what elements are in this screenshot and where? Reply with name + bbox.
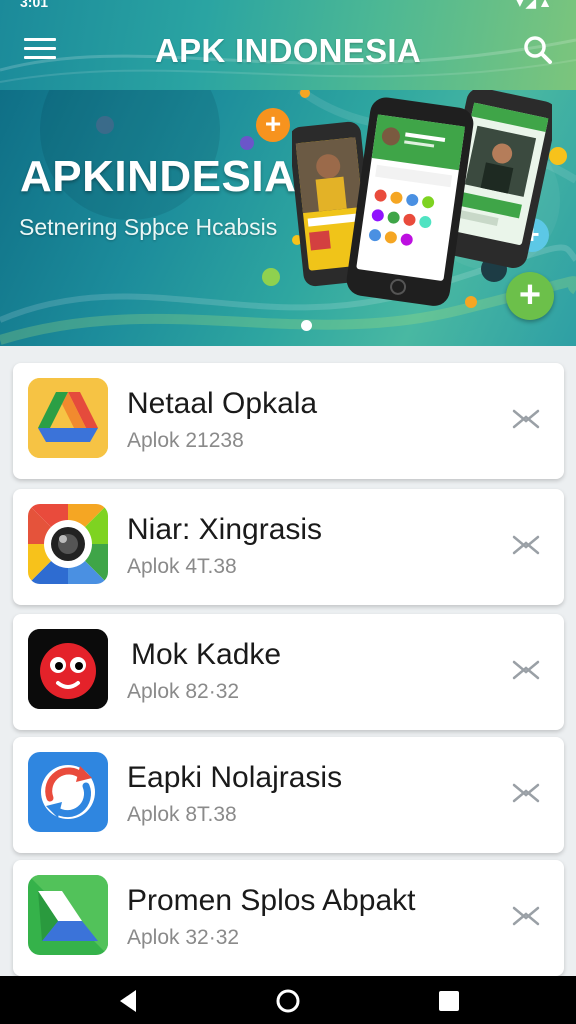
camera-gear-icon bbox=[28, 504, 108, 584]
chevron-logo-icon bbox=[28, 875, 108, 955]
app-bar: 3:01 ▾◢▲ APK INDONESIA bbox=[0, 0, 576, 90]
recents-icon bbox=[439, 991, 459, 1011]
list-item[interactable]: Netaal Opkala Aplok 21238 bbox=[13, 363, 564, 479]
refresh-arrow-icon bbox=[28, 752, 108, 832]
list-item[interactable]: Niar: Xingrasis Aplok 4T.38 bbox=[13, 489, 564, 605]
pin-button[interactable] bbox=[510, 654, 542, 686]
decor-dot bbox=[96, 116, 114, 134]
app-meta: Aplok 8T.38 bbox=[127, 803, 237, 826]
promo-banner[interactable]: + + + bbox=[0, 90, 576, 346]
recents-button[interactable] bbox=[434, 988, 462, 1014]
pin-button[interactable] bbox=[510, 900, 542, 932]
triangle-logo-icon bbox=[28, 378, 108, 458]
app-name: Promen Splos Abpakt bbox=[127, 884, 416, 917]
banner-title: APKINDESIA bbox=[20, 152, 297, 201]
back-icon bbox=[120, 990, 136, 1012]
pin-button[interactable] bbox=[510, 777, 542, 809]
app-name: Mok Kadke bbox=[131, 638, 282, 671]
home-icon bbox=[276, 989, 300, 1013]
pin-button[interactable] bbox=[510, 403, 542, 435]
app-list: Netaal Opkala Aplok 21238 Niar: Xingrasi… bbox=[0, 346, 576, 976]
pin-icon bbox=[512, 906, 540, 926]
plus-icon: + bbox=[256, 108, 290, 142]
search-button[interactable] bbox=[522, 34, 554, 66]
back-button[interactable] bbox=[114, 988, 142, 1014]
pin-icon bbox=[512, 535, 540, 555]
banner-subtitle: Setnering Spþce Hcabsis bbox=[19, 214, 278, 240]
app-name: Netaal Opkala bbox=[127, 387, 318, 420]
app-meta: Aplok 21238 bbox=[127, 429, 244, 452]
home-button[interactable] bbox=[274, 988, 302, 1014]
system-nav-bar bbox=[0, 976, 576, 1024]
status-icons: ▾◢▲ bbox=[516, 0, 554, 10]
app-title: APK INDONESIA bbox=[154, 32, 422, 69]
phones-illustration bbox=[292, 90, 552, 306]
carousel-indicator[interactable] bbox=[301, 320, 312, 331]
red-face-icon bbox=[28, 629, 108, 709]
pin-icon bbox=[512, 660, 540, 680]
app-meta: Aplok 4T.38 bbox=[127, 555, 237, 578]
app-meta: Aplok 82·32 bbox=[127, 680, 240, 703]
pin-icon bbox=[512, 783, 540, 803]
status-bar: 3:01 ▾◢▲ bbox=[0, 0, 576, 14]
list-item[interactable]: Promen Splos Abpakt Aplok 32·32 bbox=[13, 860, 564, 976]
pin-button[interactable] bbox=[510, 529, 542, 561]
list-item[interactable]: Eapki Nolajrasis Aplok 8T.38 bbox=[13, 737, 564, 853]
search-icon bbox=[524, 36, 552, 64]
decor-dot bbox=[262, 268, 280, 286]
list-item[interactable]: Mok Kadke Aplok 82·32 bbox=[13, 614, 564, 730]
decor-dot bbox=[240, 136, 254, 150]
app-name: Niar: Xingrasis bbox=[127, 513, 323, 546]
app-meta: Aplok 32·32 bbox=[127, 926, 240, 949]
app-name: Eapki Nolajrasis bbox=[127, 761, 343, 794]
pin-icon bbox=[512, 409, 540, 429]
status-time: 3:01 bbox=[20, 0, 49, 10]
